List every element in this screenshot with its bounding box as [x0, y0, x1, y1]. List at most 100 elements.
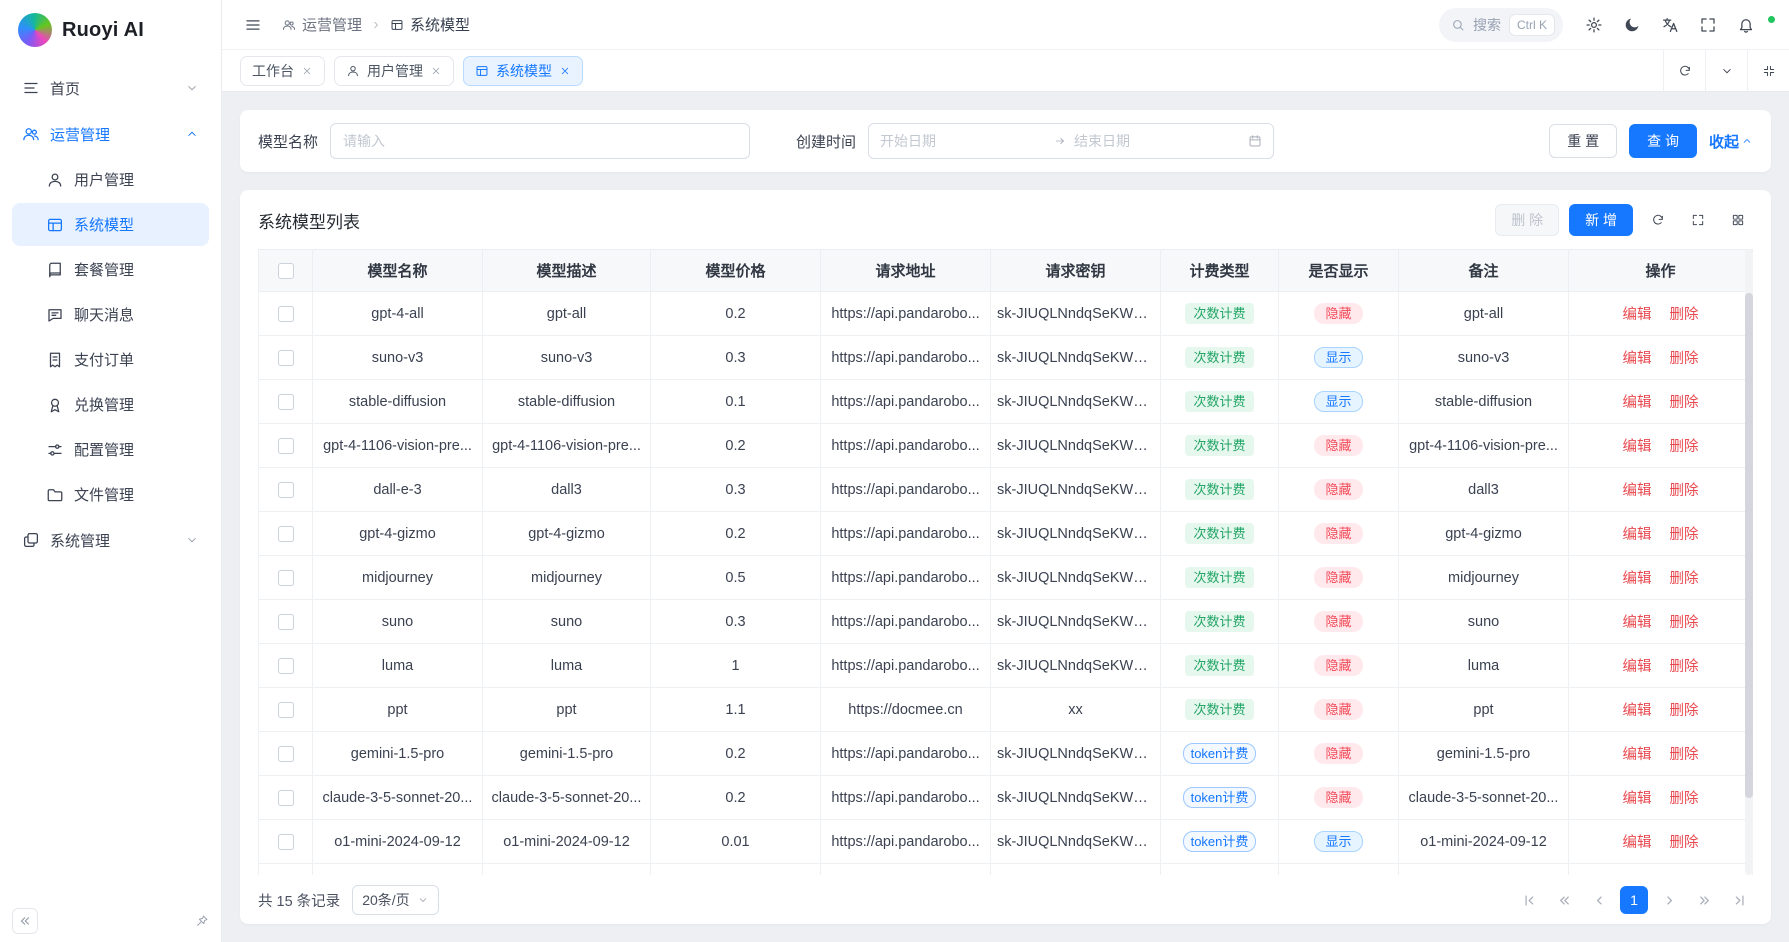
row-checkbox[interactable]	[278, 614, 294, 630]
dark-mode-icon[interactable]	[1615, 8, 1649, 42]
delete-link[interactable]: 删除	[1670, 527, 1699, 543]
collapse-filter-link[interactable]: 收起	[1709, 131, 1753, 152]
sidebar-item-home[interactable]: 首页	[12, 66, 209, 110]
language-icon[interactable]	[1653, 8, 1687, 42]
edit-link[interactable]: 编辑	[1622, 571, 1651, 587]
chevron-down-icon[interactable]	[1705, 50, 1747, 91]
edit-link[interactable]: 编辑	[1622, 659, 1651, 675]
scrollbar-thumb[interactable]	[1745, 293, 1753, 798]
row-checkbox[interactable]	[278, 790, 294, 806]
search-button[interactable]: 查 询	[1629, 124, 1697, 158]
edit-link[interactable]: 编辑	[1622, 483, 1651, 499]
edit-link[interactable]: 编辑	[1622, 439, 1651, 455]
select-all-checkbox[interactable]	[278, 263, 294, 279]
prev-page-button[interactable]	[1585, 886, 1613, 914]
refresh-icon[interactable]	[1643, 205, 1673, 235]
delete-link[interactable]: 删除	[1670, 571, 1699, 587]
row-checkbox[interactable]	[278, 658, 294, 674]
row-checkbox[interactable]	[278, 394, 294, 410]
edit-link[interactable]: 编辑	[1622, 703, 1651, 719]
breadcrumb-operations[interactable]: 运营管理	[282, 14, 362, 35]
tab-workbench[interactable]: 工作台	[240, 56, 325, 86]
delete-link[interactable]: 删除	[1670, 483, 1699, 499]
row-checkbox[interactable]	[278, 834, 294, 850]
sidebar-subitem[interactable]: 兑换管理	[12, 383, 209, 426]
edit-link[interactable]: 编辑	[1622, 615, 1651, 631]
row-checkbox[interactable]	[278, 438, 294, 454]
billing-type-badge: token计费	[1183, 743, 1257, 764]
cell-model-desc: gpt-4-gizmo	[483, 512, 651, 556]
delete-link[interactable]: 删除	[1670, 351, 1699, 367]
content-fullscreen-icon[interactable]	[1747, 50, 1789, 91]
row-checkbox[interactable]	[278, 350, 294, 366]
edit-link[interactable]: 编辑	[1622, 791, 1651, 807]
close-icon[interactable]	[559, 65, 571, 77]
delete-link[interactable]: 删除	[1670, 395, 1699, 411]
add-button[interactable]: 新 增	[1569, 204, 1633, 236]
row-checkbox[interactable]	[278, 702, 294, 718]
delete-link[interactable]: 删除	[1670, 747, 1699, 763]
edit-link[interactable]: 编辑	[1622, 747, 1651, 763]
sidebar-subitem[interactable]: 套餐管理	[12, 248, 209, 291]
row-checkbox[interactable]	[278, 746, 294, 762]
start-date-input[interactable]	[880, 133, 1046, 149]
row-checkbox[interactable]	[278, 482, 294, 498]
edit-link[interactable]: 编辑	[1622, 527, 1651, 543]
sidebar-item-system[interactable]: 系统管理	[12, 518, 209, 562]
edit-link[interactable]: 编辑	[1622, 351, 1651, 367]
sidebar-subitem[interactable]: 用户管理	[12, 158, 209, 201]
row-checkbox[interactable]	[278, 570, 294, 586]
row-checkbox[interactable]	[278, 526, 294, 542]
edit-link[interactable]: 编辑	[1622, 307, 1651, 323]
jump-forward-button[interactable]	[1690, 886, 1718, 914]
edit-link[interactable]: 编辑	[1622, 395, 1651, 411]
app-logo[interactable]: Ruoyi AI	[0, 0, 221, 60]
end-date-input[interactable]	[1074, 133, 1240, 149]
settings-icon[interactable]	[1577, 8, 1611, 42]
visibility-badge: 显示	[1314, 391, 1362, 412]
delete-link[interactable]: 删除	[1670, 791, 1699, 807]
pin-icon[interactable]	[195, 914, 209, 928]
notification-icon[interactable]	[1729, 8, 1763, 42]
global-search[interactable]: 搜索 Ctrl K	[1439, 8, 1563, 42]
sidebar-item-operations[interactable]: 运营管理	[12, 112, 209, 156]
sidebar-collapse-icon[interactable]	[12, 908, 38, 934]
edit-link[interactable]: 编辑	[1622, 835, 1651, 851]
billing-type-badge: 次数计费	[1185, 611, 1253, 632]
jump-back-button[interactable]	[1550, 886, 1578, 914]
breadcrumb-system-model[interactable]: 系统模型	[390, 14, 470, 35]
visibility-badge: 隐藏	[1314, 787, 1362, 808]
sidebar-subitem[interactable]: 配置管理	[12, 428, 209, 471]
table-row: suno-v3 suno-v3 0.3 https://api.pandarob…	[259, 336, 1753, 380]
delete-link[interactable]: 删除	[1670, 703, 1699, 719]
delete-link[interactable]: 删除	[1670, 307, 1699, 323]
page-number-current[interactable]: 1	[1620, 886, 1648, 914]
table-fullscreen-icon[interactable]	[1683, 205, 1713, 235]
delete-link[interactable]: 删除	[1670, 439, 1699, 455]
row-checkbox[interactable]	[278, 306, 294, 322]
model-name-input[interactable]	[330, 123, 750, 159]
refresh-icon[interactable]	[1663, 50, 1705, 91]
close-icon[interactable]	[430, 65, 442, 77]
last-page-button[interactable]	[1725, 886, 1753, 914]
fullscreen-icon[interactable]	[1691, 8, 1725, 42]
delete-button[interactable]: 删 除	[1495, 204, 1559, 236]
next-page-button[interactable]	[1655, 886, 1683, 914]
tab-user-management[interactable]: 用户管理	[334, 56, 454, 86]
sidebar-subitem[interactable]: 文件管理	[12, 473, 209, 516]
delete-link[interactable]: 删除	[1670, 615, 1699, 631]
close-icon[interactable]	[301, 65, 313, 77]
delete-link[interactable]: 删除	[1670, 835, 1699, 851]
cell-model-desc	[483, 864, 651, 876]
date-range-picker[interactable]	[868, 123, 1274, 159]
tab-system-model[interactable]: 系统模型	[463, 56, 583, 86]
sidebar-subitem[interactable]: 聊天消息	[12, 293, 209, 336]
sidebar-subitem[interactable]: 支付订单	[12, 338, 209, 381]
page-size-select[interactable]: 20条/页	[352, 885, 438, 915]
first-page-button[interactable]	[1515, 886, 1543, 914]
hamburger-icon[interactable]	[236, 8, 270, 42]
sidebar-subitem[interactable]: 系统模型	[12, 203, 209, 246]
delete-link[interactable]: 删除	[1670, 659, 1699, 675]
column-setting-icon[interactable]	[1723, 205, 1753, 235]
reset-button[interactable]: 重 置	[1549, 124, 1617, 158]
